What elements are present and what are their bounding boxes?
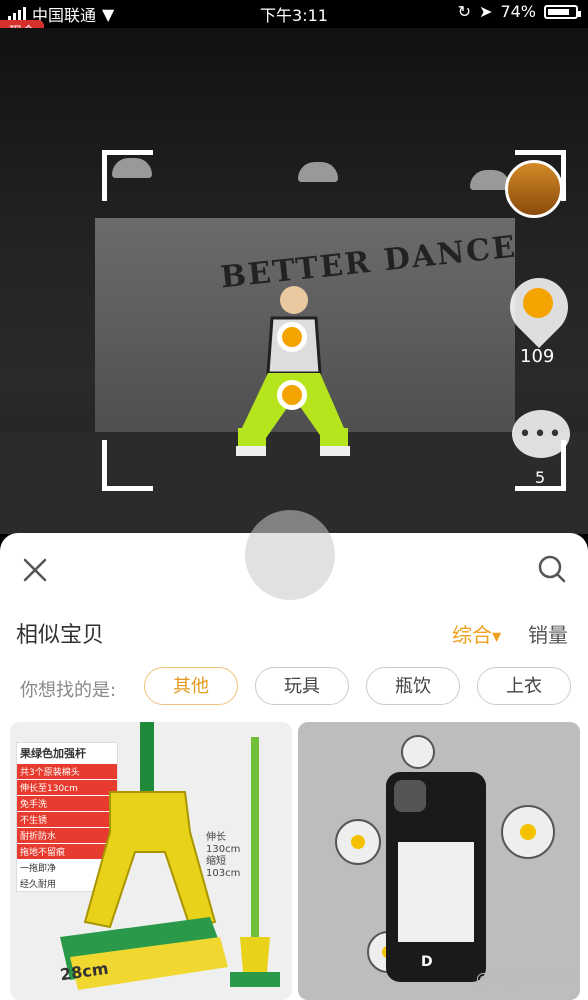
length-max: 130cm bbox=[206, 844, 241, 855]
ceiling-lamp bbox=[470, 170, 510, 190]
length-min: 103cm bbox=[206, 868, 241, 879]
comment-count: 5 bbox=[535, 468, 546, 487]
length-labels: 伸长 130cm 缩短 103cm bbox=[206, 832, 240, 880]
detect-point[interactable] bbox=[277, 380, 307, 410]
search-icon[interactable] bbox=[536, 553, 568, 585]
creator-avatar[interactable] bbox=[505, 160, 563, 218]
camera-module-icon bbox=[394, 780, 426, 812]
product-card-mop[interactable]: 果绿色加强杆 共3个原装棉头 伸长至130cm 免手洗 不生锈 耐折防水 拖地不… bbox=[10, 722, 292, 1000]
sort-sales[interactable]: 销量 bbox=[528, 619, 568, 648]
length-min-label: 缩短 bbox=[206, 856, 226, 867]
location-icon: ➤ bbox=[479, 2, 493, 21]
chip-tops[interactable]: 上衣 bbox=[477, 667, 571, 705]
product-card-phone-case[interactable]: D bbox=[298, 722, 580, 1000]
comment-button[interactable]: ••• bbox=[512, 410, 570, 458]
sort-comprehensive-label: 综合 bbox=[452, 623, 492, 647]
like-icon bbox=[523, 288, 553, 318]
chip-drinks[interactable]: 瓶饮 bbox=[366, 667, 460, 705]
caret-down-icon: ▼ bbox=[492, 629, 502, 644]
detect-point[interactable] bbox=[277, 322, 307, 352]
status-bar: 中国联通 ▼ 下午3:11 ↻ ➤ 74% bbox=[0, 0, 588, 26]
comment-icon: ••• bbox=[518, 421, 564, 447]
suggest-label: 你想找的是: bbox=[20, 680, 117, 701]
length-max-label: 伸长 bbox=[206, 832, 226, 843]
rotation-lock-icon: ↻ bbox=[457, 2, 472, 21]
sort-comprehensive[interactable]: 综合▼ bbox=[452, 619, 501, 648]
sheet-title: 相似宝贝 bbox=[16, 623, 105, 648]
pause-overlay[interactable] bbox=[245, 510, 335, 600]
like-count: 109 bbox=[520, 346, 555, 367]
chip-other[interactable]: 其他 bbox=[144, 667, 238, 705]
case-print bbox=[398, 842, 474, 942]
close-icon[interactable] bbox=[20, 555, 50, 585]
case-logo: D bbox=[421, 954, 433, 970]
scan-corner-bottom-left bbox=[102, 440, 153, 491]
ceiling-lamp bbox=[298, 162, 338, 182]
watermark: @熬夜秃头肥宅 bbox=[476, 971, 574, 987]
scan-corner-top-left bbox=[102, 150, 153, 201]
battery-percent: 74% bbox=[500, 2, 536, 21]
dancer-figure bbox=[236, 286, 350, 456]
battery-icon bbox=[544, 4, 581, 19]
chip-toys[interactable]: 玩具 bbox=[255, 667, 349, 705]
